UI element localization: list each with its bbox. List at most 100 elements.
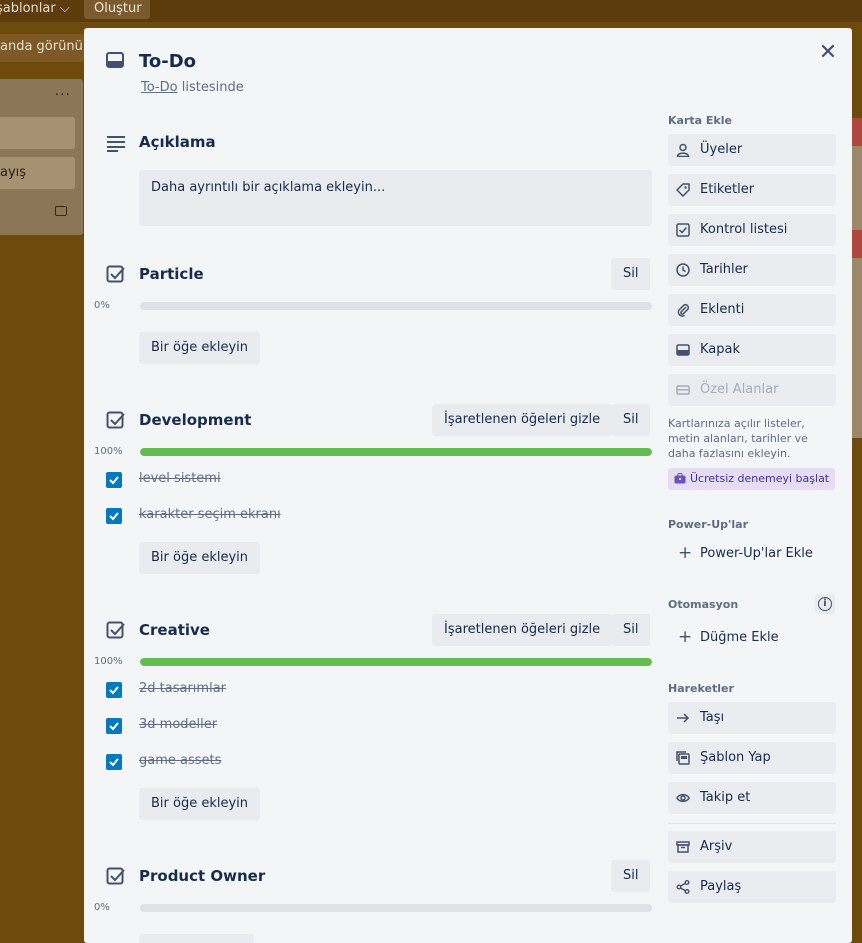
add-checklist-item-button[interactable]: Bir öğe ekleyin	[139, 788, 261, 820]
start-free-trial-label: Ücretsiz denemeyi başlat	[690, 472, 830, 485]
card-icon	[106, 52, 124, 68]
archive-icon	[676, 841, 690, 853]
powerups-heading: Power-Up'lar	[668, 518, 749, 531]
person-icon	[676, 143, 690, 157]
checklist-item-text[interactable]: 2d tasarımlar	[139, 681, 226, 696]
checklist-item-text[interactable]: level sistemi	[139, 471, 221, 486]
hide-checked-items-button[interactable]: İşaretlenen öğeleri gizle	[432, 614, 613, 646]
labels-label: Etiketler	[700, 182, 755, 197]
close-icon[interactable]: ✕	[816, 42, 840, 66]
add-checklist-item-button[interactable]: Bir öğe ekleyin	[139, 542, 261, 574]
list-card[interactable]: ayış	[0, 157, 75, 189]
eye-icon	[676, 793, 690, 803]
add-checklist-item-button[interactable]: Bir öğe ekleyin	[139, 332, 261, 364]
plus-icon: +	[678, 543, 693, 563]
checklist-title[interactable]: Development	[139, 411, 251, 429]
create-button[interactable]: Oluştur	[84, 0, 150, 19]
delete-checklist-button[interactable]: Sil	[611, 404, 651, 436]
add-checklist-item-button[interactable]	[139, 934, 254, 943]
progress-fill	[140, 658, 652, 666]
checklist-icon	[106, 621, 125, 639]
description-title: Açıklama	[139, 133, 216, 151]
add-button-button[interactable]: + Düğme Ekle	[668, 622, 836, 654]
share-icon	[676, 880, 690, 894]
briefcase-icon	[674, 473, 686, 484]
list-link[interactable]: To-Do	[141, 80, 178, 95]
card-template-icon[interactable]	[55, 206, 67, 216]
cover-icon	[676, 344, 690, 356]
archive-button[interactable]: Arşiv	[668, 831, 836, 863]
delete-checklist-button[interactable]: Sil	[611, 860, 651, 892]
list-menu-icon[interactable]: ···	[55, 87, 71, 103]
labels-button[interactable]: Etiketler	[668, 174, 836, 206]
description-icon	[107, 136, 125, 152]
checklist-icon	[106, 867, 125, 885]
checklist-title[interactable]: Particle	[139, 265, 204, 283]
plus-icon: +	[678, 627, 693, 647]
board-visibility-button[interactable]: anda görünür	[0, 34, 84, 62]
list-card-red[interactable]	[852, 118, 862, 146]
move-label: Taşı	[700, 710, 725, 725]
share-button[interactable]: Paylaş	[668, 871, 836, 903]
follow-button[interactable]: Takip et	[668, 782, 836, 814]
list-suffix: listesinde	[177, 80, 244, 95]
board-topbar: şablonlar ⌵ Oluştur	[0, 0, 862, 22]
clock-icon	[676, 263, 690, 277]
checklist-progress-label: 100%	[94, 656, 123, 667]
checklist-title[interactable]: Creative	[139, 621, 210, 639]
checklist-label: Kontrol listesi	[700, 222, 788, 237]
start-free-trial-button[interactable]: Ücretsiz denemeyi başlat	[668, 468, 836, 490]
custom-fields-button[interactable]: Özel Alanlar	[668, 374, 836, 406]
follow-label: Takip et	[700, 790, 751, 805]
checklist-icon	[106, 265, 125, 283]
checklist-item-text[interactable]: karakter seçim ekranı	[139, 507, 281, 522]
custom-fields-info: Kartlarınıza açılır listeler, metin alan…	[668, 417, 808, 460]
checklist-item[interactable]: 3d modeller	[106, 712, 652, 740]
attachment-button[interactable]: Eklenti	[668, 294, 836, 326]
delete-checklist-button[interactable]: Sil	[611, 258, 651, 290]
checklist-progress-bar	[140, 448, 652, 456]
add-button-label: Düğme Ekle	[700, 630, 779, 645]
checklist-progress-bar	[140, 904, 652, 912]
arrow-right-icon	[677, 713, 690, 723]
info-icon[interactable]: i	[815, 594, 835, 614]
checkbox-checked[interactable]	[106, 472, 122, 488]
checklist-progress-label: 100%	[94, 446, 123, 457]
add-powerups-button[interactable]: + Power-Up'lar Ekle	[668, 538, 836, 570]
checklist-button[interactable]: Kontrol listesi	[668, 214, 836, 246]
add-powerups-label: Power-Up'lar Ekle	[700, 546, 813, 561]
list-card-red[interactable]	[852, 230, 862, 258]
checkbox-checked[interactable]	[106, 754, 122, 770]
cover-button[interactable]: Kapak	[668, 334, 836, 366]
checklist-item-text[interactable]: game assets	[139, 753, 221, 768]
delete-checklist-button[interactable]: Sil	[611, 614, 651, 646]
card-list-info: To-Do listesinde	[141, 80, 244, 95]
checkbox-checked[interactable]	[106, 682, 122, 698]
dates-button[interactable]: Tarihler	[668, 254, 836, 286]
card-title[interactable]: To-Do	[139, 51, 196, 72]
checkbox-checked[interactable]	[106, 508, 122, 524]
description-input[interactable]: Daha ayrıntılı bir açıklama ekleyin...	[139, 170, 652, 226]
attachment-label: Eklenti	[700, 302, 745, 317]
hide-checked-items-button[interactable]: İşaretlenen öğeleri gizle	[432, 404, 613, 436]
templates-menu[interactable]: şablonlar ⌵	[0, 0, 70, 20]
templates-menu-label: şablonlar	[0, 1, 56, 16]
sidebar-divider	[668, 823, 836, 824]
checklist-icon	[676, 223, 690, 237]
archive-label: Arşiv	[700, 839, 733, 854]
automation-heading: Otomasyon	[668, 598, 739, 611]
list-card-text: ayış	[0, 165, 27, 180]
checkbox-checked[interactable]	[106, 718, 122, 734]
move-button[interactable]: Taşı	[668, 702, 836, 734]
checklist-item[interactable]: game assets	[106, 748, 652, 776]
make-template-button[interactable]: Şablon Yap	[668, 742, 836, 774]
paperclip-icon	[677, 303, 690, 317]
checklist-item[interactable]: karakter seçim ekranı	[106, 502, 652, 530]
checklist-title[interactable]: Product Owner	[139, 867, 265, 885]
checklist-item-text[interactable]: 3d modeller	[139, 717, 217, 732]
tag-icon	[676, 183, 690, 197]
checklist-item[interactable]: level sistemi	[106, 466, 652, 494]
checklist-item[interactable]: 2d tasarımlar	[106, 676, 652, 704]
members-button[interactable]: Üyeler	[668, 134, 836, 166]
list-card[interactable]	[0, 117, 75, 149]
